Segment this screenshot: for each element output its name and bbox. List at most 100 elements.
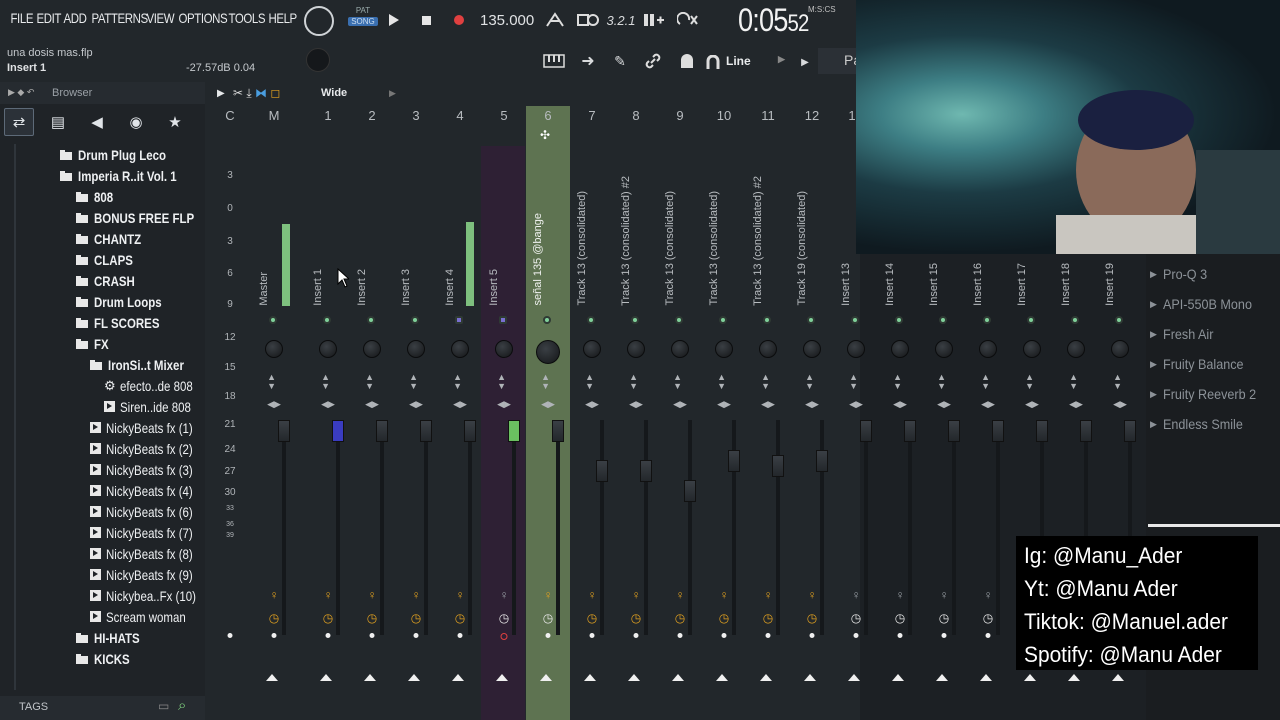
track-name-box[interactable]: Insert 14: [884, 258, 898, 306]
browser-item[interactable]: NickyBeats fx (7): [90, 522, 212, 543]
pan-knob[interactable]: [536, 340, 560, 364]
send-bulb-icon[interactable]: ♀: [324, 588, 333, 602]
route-arrow-icon[interactable]: [496, 674, 508, 681]
strip-number[interactable]: 4: [456, 108, 463, 123]
track-name-box[interactable]: señal 135 @bange: [532, 150, 546, 306]
loop-record-icon[interactable]: [676, 10, 700, 30]
pan-knob[interactable]: [495, 340, 513, 358]
strip-number[interactable]: 9: [676, 108, 683, 123]
record-arm-dot[interactable]: [765, 633, 771, 638]
effect-slot[interactable]: ▶ Endless Smile: [1150, 412, 1280, 436]
browser-item[interactable]: CLAPS: [76, 249, 141, 270]
record-arm-dot[interactable]: [369, 633, 375, 638]
strip-enable-led[interactable]: [1115, 316, 1123, 324]
pan-knob[interactable]: [363, 340, 381, 358]
browser-item[interactable]: NickyBeats fx (9): [90, 564, 212, 585]
online-tab-icon[interactable]: ◉: [121, 108, 151, 136]
record-arm-dot[interactable]: [589, 633, 595, 638]
record-arm-dot[interactable]: [633, 633, 639, 638]
stereo-separation-icon[interactable]: ▲ ▼ ◀▶: [1069, 373, 1083, 409]
record-arm-dot[interactable]: [853, 633, 859, 638]
latency-clock-icon[interactable]: ◷: [367, 611, 377, 625]
browser-item[interactable]: Siren..ide 808: [104, 396, 206, 417]
track-name-box[interactable]: Insert 19: [1104, 258, 1118, 306]
record-arm-dot[interactable]: [897, 633, 903, 638]
send-bulb-icon[interactable]: ♀: [676, 588, 685, 602]
send-bulb-icon[interactable]: ♀: [456, 588, 465, 602]
pan-knob[interactable]: [891, 340, 909, 358]
latency-clock-icon[interactable]: ◷: [543, 611, 553, 625]
track-name-box[interactable]: Track 13 (consolidated): [664, 150, 678, 306]
route-arrow-icon[interactable]: [936, 674, 948, 681]
volume-fader[interactable]: [278, 420, 290, 442]
strip-number[interactable]: 2: [368, 108, 375, 123]
volume-fader[interactable]: [332, 420, 344, 442]
pan-knob[interactable]: [583, 340, 601, 358]
stereo-separation-icon[interactable]: ▲ ▼ ◀▶: [585, 373, 599, 409]
latency-clock-icon[interactable]: ◷: [983, 611, 993, 625]
record-arm-dot[interactable]: [941, 633, 947, 638]
current-record-dot[interactable]: [227, 633, 233, 638]
browser-item[interactable]: Drum Loops: [76, 291, 176, 312]
strip-number[interactable]: 12: [805, 108, 819, 123]
pan-knob[interactable]: [1067, 340, 1085, 358]
browser-item[interactable]: 808: [76, 186, 117, 207]
record-arm-dot[interactable]: [677, 633, 683, 638]
effect-slot[interactable]: ▶ Fruity Balance: [1150, 352, 1280, 376]
track-name-box[interactable]: Track 13 (consolidated): [708, 150, 722, 306]
strip-enable-led[interactable]: [1071, 316, 1079, 324]
tempo-display[interactable]: 135.000: [480, 12, 534, 29]
stereo-separation-icon[interactable]: ▲ ▼ ◀▶: [365, 373, 379, 409]
send-bulb-icon[interactable]: ♀: [588, 588, 597, 602]
latency-clock-icon[interactable]: ◷: [895, 611, 905, 625]
send-bulb-icon[interactable]: ♀: [984, 588, 993, 602]
volume-fader[interactable]: [948, 420, 960, 442]
plugins-tab-icon[interactable]: ◀: [82, 108, 112, 136]
track-name-box[interactable]: Insert 13: [840, 150, 854, 306]
route-arrow-icon[interactable]: [1024, 674, 1036, 681]
strip-enable-led[interactable]: [983, 316, 991, 324]
strip-enable-led[interactable]: [367, 316, 375, 324]
latency-clock-icon[interactable]: ◷: [411, 611, 421, 625]
strip-enable-led[interactable]: [807, 316, 815, 324]
volume-fader[interactable]: [640, 460, 652, 482]
send-bulb-icon[interactable]: ♀: [544, 588, 553, 602]
send-bulb-icon[interactable]: ♀: [412, 588, 421, 602]
record-arm-dot[interactable]: [500, 633, 508, 640]
mixer-menu-arrow-icon[interactable]: ▶: [217, 88, 225, 99]
strip-number[interactable]: 7: [588, 108, 595, 123]
record-arm-dot[interactable]: [721, 633, 727, 638]
browser-item[interactable]: Nickybea..Fx (10): [90, 585, 216, 606]
track-name-box[interactable]: Insert 16: [972, 258, 986, 306]
strip-enable-led[interactable]: [939, 316, 947, 324]
browser-item[interactable]: FX: [76, 333, 112, 354]
send-bulb-icon[interactable]: ♀: [270, 588, 279, 602]
latency-clock-icon[interactable]: ◷: [455, 611, 465, 625]
volume-fader[interactable]: [1036, 420, 1048, 442]
volume-fader[interactable]: [1124, 420, 1136, 442]
route-arrow-icon[interactable]: [266, 674, 278, 681]
route-arrow-icon[interactable]: [716, 674, 728, 681]
strip-number[interactable]: 8: [632, 108, 639, 123]
track-name-box[interactable]: Insert 1: [312, 150, 326, 306]
latency-clock-icon[interactable]: ◷: [323, 611, 333, 625]
route-arrow-icon[interactable]: [848, 674, 860, 681]
strip-enable-led[interactable]: [323, 316, 331, 324]
record-arm-dot[interactable]: [325, 633, 331, 638]
route-arrow-icon[interactable]: [672, 674, 684, 681]
track-name-box[interactable]: Insert 17: [1016, 258, 1030, 306]
stereo-separation-icon[interactable]: ▲ ▼ ◀▶: [629, 373, 643, 409]
volume-fader[interactable]: [376, 420, 388, 442]
route-arrow-icon[interactable]: [408, 674, 420, 681]
strip-number[interactable]: 1: [848, 108, 855, 123]
latency-clock-icon[interactable]: ◷: [807, 611, 817, 625]
stereo-separation-icon[interactable]: ▲ ▼ ◀▶: [717, 373, 731, 409]
pan-knob[interactable]: [265, 340, 283, 358]
pan-knob[interactable]: [759, 340, 777, 358]
master-volume-knob[interactable]: [306, 48, 330, 72]
send-bulb-icon[interactable]: ♀: [720, 588, 729, 602]
volume-fader[interactable]: [1080, 420, 1092, 442]
track-name-box[interactable]: Master: [258, 150, 272, 306]
browser-item[interactable]: NickyBeats fx (4): [90, 480, 212, 501]
record-arm-dot[interactable]: [271, 633, 277, 638]
